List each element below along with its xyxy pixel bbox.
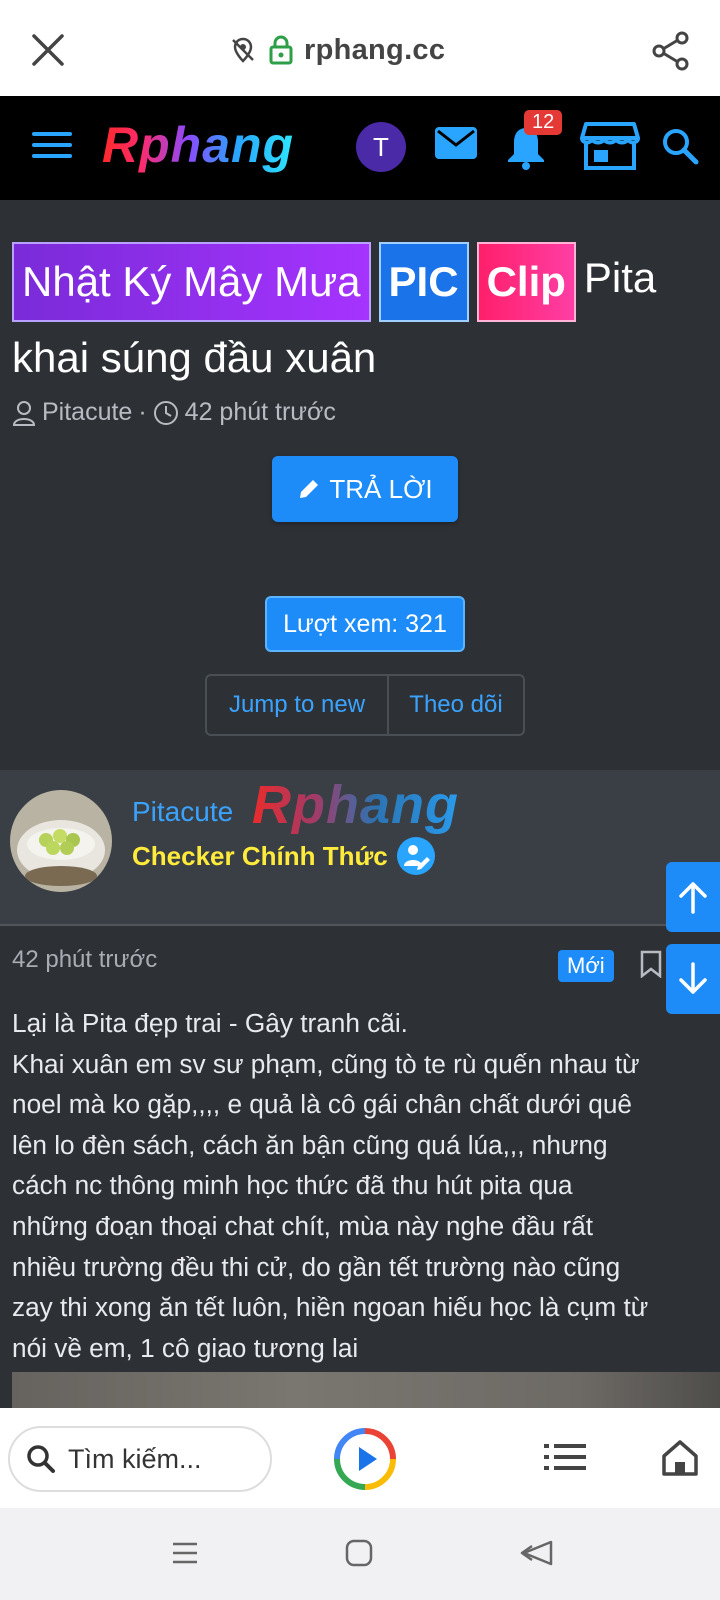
url-text[interactable]: rphang.cc <box>304 34 445 67</box>
post-line: cách nc thông minh học thức đã thu hút p… <box>12 1170 573 1201</box>
arrow-up-icon <box>679 882 707 914</box>
notification-badge: 12 <box>524 110 563 135</box>
thread-time[interactable]: 42 phút trước <box>185 398 336 427</box>
tracking-off-icon[interactable] <box>228 35 258 65</box>
reply-button-label: TRẢ LỜI <box>329 473 433 504</box>
post-body: Lại là Pita đẹp trai - Gây tranh cãi. Kh… <box>12 1003 712 1368</box>
post-author-bar: Pitacute Rphang Checker Chính Thức <box>0 770 720 926</box>
system-navigation-bar <box>0 1508 720 1600</box>
watermark-logo: Rphang <box>252 775 459 835</box>
new-badge: Mới <box>558 950 614 982</box>
search-icon <box>27 1445 55 1473</box>
recent-apps-icon[interactable] <box>170 1538 200 1568</box>
store-icon[interactable] <box>580 120 640 172</box>
post-author-name[interactable]: Pitacute <box>132 796 233 828</box>
post-line: nhiều trường đều thi cử, do gần tết trườ… <box>12 1251 621 1282</box>
prefix-pic[interactable]: PIC <box>378 242 469 322</box>
menu-icon[interactable] <box>32 132 72 164</box>
site-header: Rphang T 12 <box>0 96 720 200</box>
home-icon[interactable] <box>344 1538 374 1568</box>
bookmark-icon[interactable] <box>640 950 662 978</box>
reply-button[interactable]: TRẢ LỜI <box>272 456 458 522</box>
prefix-nhat-ky[interactable]: Nhật Ký Mây Mưa <box>12 242 371 322</box>
search-input[interactable] <box>68 1443 258 1475</box>
site-logo[interactable]: Rphang <box>102 116 294 174</box>
post-line: Lại là Pita đẹp trai - Gây tranh cãi. <box>12 1008 408 1038</box>
post-time[interactable]: 42 phút trước <box>12 946 157 974</box>
meta-separator: · <box>138 398 147 426</box>
browser-toolbar: rphang.cc <box>0 0 720 96</box>
thread-author[interactable]: Pitacute <box>42 398 132 427</box>
post-line: Khai xuân em sv sư phạm, cũng tò te rù q… <box>12 1048 640 1079</box>
bottom-toolbar <box>0 1408 720 1508</box>
prefix-clip[interactable]: Clip <box>476 242 576 322</box>
list-icon[interactable] <box>544 1441 586 1473</box>
lock-icon <box>269 35 293 65</box>
thread-header: Nhật Ký Mây Mưa PIC Clip Pita khai súng đầu… <box>0 200 720 770</box>
post-line: nói về em, 1 cô giao tương lai <box>12 1332 359 1363</box>
thread-meta: Pitacute · 42 phút trước <box>12 398 336 427</box>
post-image[interactable] <box>12 1372 720 1408</box>
address-bar[interactable]: rphang.cc <box>228 30 445 70</box>
checker-badge-icon <box>396 837 435 875</box>
thread-actions: Jump to new Theo dõi <box>205 674 525 736</box>
thread-title: Nhật Ký Mây Mưa PIC Clip Pita khai súng đầu… <box>12 242 712 394</box>
view-count-badge: Lượt xem: 321 <box>265 596 465 652</box>
search-icon[interactable] <box>660 126 700 166</box>
scroll-up-button[interactable] <box>666 862 720 932</box>
post-line: noel mà ko gặp,,,, e quả là cô gái chân … <box>12 1089 632 1120</box>
search-box[interactable] <box>8 1426 272 1492</box>
back-icon[interactable] <box>518 1538 554 1568</box>
scroll-down-button[interactable] <box>666 944 720 1014</box>
play-icon[interactable] <box>334 1428 396 1490</box>
jump-to-new-button[interactable]: Jump to new <box>207 676 389 734</box>
mail-icon[interactable] <box>434 126 478 160</box>
post-line: lên lo đèn sách, cách ăn bận cũng quá lú… <box>12 1129 608 1160</box>
user-title-text: Checker Chính Thức <box>132 840 388 871</box>
close-icon[interactable] <box>28 30 68 70</box>
clock-icon <box>153 400 178 425</box>
post-line: zay thi xong ăn tết luôn, hiền ngoan hiế… <box>12 1292 649 1323</box>
user-icon <box>12 400 36 426</box>
post-line: những đoạn thoại chat chít, mùa này nghe… <box>12 1210 593 1241</box>
share-icon[interactable] <box>650 30 692 72</box>
home-icon[interactable] <box>660 1438 700 1478</box>
author-avatar[interactable] <box>10 790 112 892</box>
follow-button[interactable]: Theo dõi <box>389 676 523 734</box>
post-author-title: Checker Chính Thức <box>132 836 436 876</box>
arrow-down-icon <box>679 962 707 994</box>
pencil-icon <box>300 480 319 498</box>
user-avatar[interactable]: T <box>356 122 406 172</box>
